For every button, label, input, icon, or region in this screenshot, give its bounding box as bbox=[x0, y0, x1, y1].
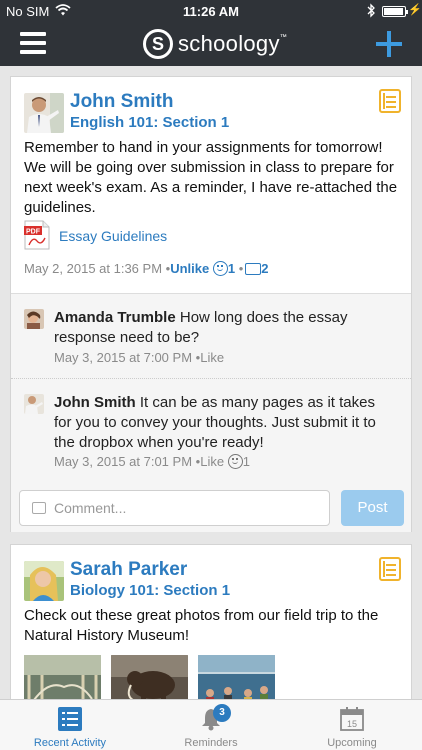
avatar[interactable] bbox=[24, 561, 64, 601]
comment-divider bbox=[11, 378, 411, 379]
nav-bar: S schoology ™ bbox=[0, 22, 422, 66]
comments-section: Amanda Trumble How long does the essay r… bbox=[11, 293, 411, 532]
post-author-link[interactable]: Sarah Parker bbox=[70, 559, 187, 581]
comment-placeholder: Comment... bbox=[54, 500, 127, 516]
comment-body: Amanda Trumble How long does the essay r… bbox=[54, 308, 394, 348]
list-icon bbox=[58, 707, 82, 731]
meta-separator: • bbox=[238, 261, 244, 276]
like-count[interactable]: 1 bbox=[228, 261, 235, 276]
calendar-icon: 15 bbox=[340, 707, 364, 731]
logo-mark: S bbox=[143, 29, 173, 59]
comment-icon bbox=[32, 502, 46, 514]
comment-author-link[interactable]: Amanda Trumble bbox=[54, 309, 176, 326]
post-card: John Smith English 101: Section 1 Rememb… bbox=[10, 76, 412, 532]
svg-text:PDF: PDF bbox=[26, 229, 41, 236]
tab-recent-activity[interactable]: Recent Activity bbox=[0, 700, 140, 750]
comment-input[interactable]: Comment... bbox=[19, 490, 330, 526]
update-icon[interactable] bbox=[379, 557, 401, 581]
unlike-button[interactable]: Unlike bbox=[170, 261, 209, 276]
comment-author-link[interactable]: John Smith bbox=[54, 394, 136, 411]
like-button[interactable]: Like bbox=[200, 350, 224, 365]
post-section-link[interactable]: Biology 101: Section 1 bbox=[70, 582, 230, 599]
update-icon[interactable] bbox=[379, 89, 401, 113]
comment-icon[interactable] bbox=[245, 263, 262, 275]
comment-count[interactable]: 2 bbox=[261, 261, 268, 276]
bluetooth-icon bbox=[367, 3, 375, 18]
post-body: Check out these great photos from our fi… bbox=[24, 607, 379, 644]
avatar[interactable] bbox=[24, 93, 64, 133]
tab-label: Recent Activity bbox=[33, 737, 107, 749]
hamburger-icon bbox=[20, 32, 46, 36]
status-bar: No SIM 11:26 AM ⚡ bbox=[0, 0, 422, 22]
tab-bar: Recent Activity 3 Reminders 15 Upcoming bbox=[0, 699, 422, 750]
attachment-link[interactable]: Essay Guidelines bbox=[59, 228, 167, 244]
comment-meta: May 3, 2015 at 7:01 PM •Like 1 bbox=[54, 454, 250, 469]
comment-body: John Smith It can be as many pages as it… bbox=[54, 393, 394, 453]
logo-trademark: ™ bbox=[279, 34, 287, 41]
post-comment-button[interactable]: Post bbox=[341, 490, 404, 526]
tab-upcoming[interactable]: 15 Upcoming bbox=[282, 700, 422, 750]
post-meta: May 2, 2015 at 1:36 PM •Unlike 1 • 2 bbox=[24, 261, 269, 276]
calendar-day: 15 bbox=[347, 719, 357, 729]
comment-meta: May 3, 2015 at 7:00 PM •Like bbox=[54, 350, 224, 365]
smile-icon bbox=[212, 261, 228, 276]
like-count[interactable]: 1 bbox=[243, 454, 250, 469]
comment-date: May 3, 2015 at 7:01 PM bbox=[54, 454, 193, 469]
like-button[interactable]: Like bbox=[200, 454, 224, 469]
post-date: May 2, 2015 at 1:36 PM bbox=[24, 261, 163, 276]
smile-icon bbox=[227, 454, 243, 469]
post-section-link[interactable]: English 101: Section 1 bbox=[70, 114, 229, 131]
post-author-link[interactable]: John Smith bbox=[70, 91, 173, 113]
comment-date: May 3, 2015 at 7:00 PM bbox=[54, 350, 193, 365]
battery-icon bbox=[382, 6, 408, 17]
logo-wordmark: schoology bbox=[178, 31, 280, 56]
add-button[interactable] bbox=[376, 31, 402, 57]
avatar[interactable] bbox=[24, 309, 44, 329]
menu-button[interactable] bbox=[20, 32, 46, 54]
tab-label: Reminders bbox=[184, 737, 238, 749]
reminders-badge: 3 bbox=[213, 704, 231, 722]
pdf-icon[interactable]: PDF bbox=[24, 220, 50, 250]
tab-label: Upcoming bbox=[327, 737, 377, 749]
charging-icon: ⚡ bbox=[408, 4, 422, 16]
schoology-logo: S schoology ™ bbox=[143, 28, 287, 60]
status-time: 11:26 AM bbox=[183, 4, 239, 19]
tab-reminders[interactable]: 3 Reminders bbox=[141, 700, 281, 750]
post-body: Remember to hand in your assignments for… bbox=[24, 139, 398, 216]
avatar[interactable] bbox=[24, 394, 44, 414]
